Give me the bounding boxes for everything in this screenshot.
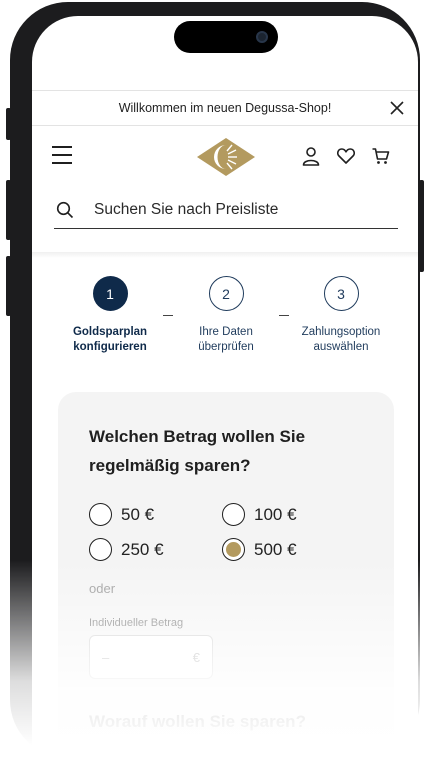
- amount-option-label: 500 €: [254, 539, 297, 559]
- next-question-title: Worauf wollen Sie sparen?: [89, 712, 306, 731]
- close-icon[interactable]: [390, 101, 404, 115]
- step-1: 1 Goldsparplan konfigurieren: [55, 276, 165, 355]
- step-3-number: 3: [323, 276, 359, 311]
- radio-button[interactable]: [89, 503, 112, 526]
- amount-option-label: 50 €: [121, 504, 155, 524]
- phone-frame: Willkommen im neuen Degussa-Shop! Suchen…: [6, 2, 424, 760]
- phone-power-button: [419, 180, 424, 272]
- dynamic-island: [174, 21, 278, 53]
- radio-button[interactable]: [89, 538, 112, 561]
- camera-icon: [256, 31, 268, 43]
- amount-option-500[interactable]: 500 €: [222, 538, 297, 561]
- hamburger-menu-icon[interactable]: [52, 146, 72, 164]
- search-placeholder[interactable]: Suchen Sie nach Preisliste: [94, 201, 278, 219]
- or-text: oder: [89, 581, 116, 596]
- radio-button-selected[interactable]: [222, 538, 245, 561]
- site-header: [32, 126, 418, 194]
- step-2-label: Ihre Daten überprüfen: [198, 326, 254, 353]
- degussa-logo[interactable]: [195, 136, 257, 178]
- phone-volume-up-button: [6, 180, 11, 240]
- savings-amount-card: Welchen Betrag wollen Sie regelmäßig spa…: [58, 392, 394, 760]
- welcome-banner-text: Willkommen im neuen Degussa-Shop!: [118, 101, 332, 115]
- search-bar[interactable]: Suchen Sie nach Preisliste: [54, 192, 398, 229]
- step-3: 3 Zahlungsoption auswählen: [286, 276, 396, 355]
- amount-option-100[interactable]: 100 €: [222, 503, 297, 526]
- custom-amount-input[interactable]: – €: [89, 635, 213, 679]
- amount-option-label: 100 €: [254, 504, 297, 524]
- phone-volume-down-button: [6, 256, 11, 316]
- radio-button[interactable]: [222, 503, 245, 526]
- user-account-icon[interactable]: [301, 146, 321, 166]
- search-icon: [56, 201, 74, 219]
- welcome-banner: Willkommen im neuen Degussa-Shop!: [32, 90, 418, 126]
- step-1-number: 1: [92, 276, 128, 311]
- step-3-label: Zahlungsoption auswählen: [301, 326, 381, 353]
- heart-icon[interactable]: [336, 146, 356, 166]
- phone-screen: Willkommen im neuen Degussa-Shop! Suchen…: [32, 16, 418, 760]
- step-2: 2 Ihre Daten überprüfen: [171, 276, 281, 355]
- step-2-number: 2: [208, 276, 244, 311]
- header-divider: [32, 252, 418, 258]
- amount-option-label: 250 €: [121, 539, 164, 559]
- amount-option-50[interactable]: 50 €: [89, 503, 154, 526]
- currency-symbol: €: [192, 649, 200, 665]
- step-1-label: Goldsparplan konfigurieren: [72, 326, 148, 353]
- amount-option-250[interactable]: 250 €: [89, 538, 164, 561]
- custom-amount-placeholder: –: [102, 649, 110, 665]
- phone-action-button: [6, 108, 11, 140]
- custom-amount-label: Individueller Betrag: [89, 617, 184, 629]
- shopping-cart-icon[interactable]: [371, 146, 391, 166]
- amount-question-title: Welchen Betrag wollen Sie regelmäßig spa…: [89, 427, 306, 475]
